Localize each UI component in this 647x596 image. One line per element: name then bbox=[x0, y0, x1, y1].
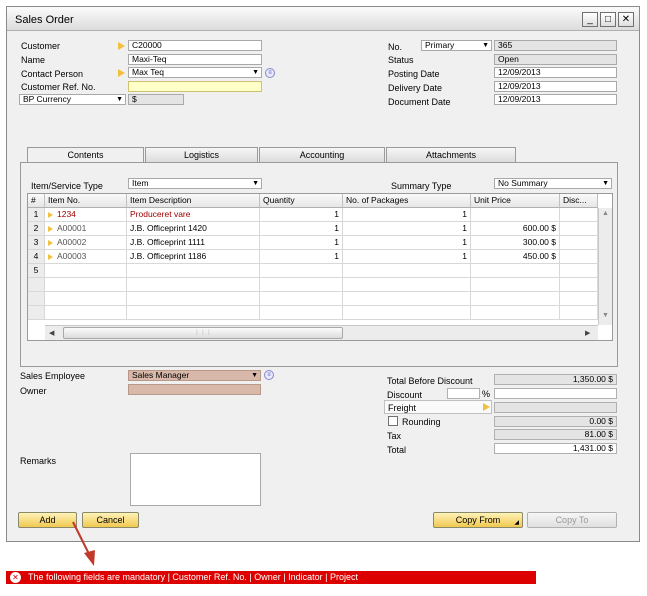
error-message: The following fields are mandatory | Cus… bbox=[28, 572, 358, 582]
annotation-arrow bbox=[72, 521, 95, 566]
error-status-bar: ✕ The following fields are mandatory | C… bbox=[6, 571, 536, 584]
annotation-arrow-line bbox=[72, 521, 91, 557]
annotation-arrow-head bbox=[84, 550, 95, 566]
error-icon: ✕ bbox=[10, 572, 21, 583]
